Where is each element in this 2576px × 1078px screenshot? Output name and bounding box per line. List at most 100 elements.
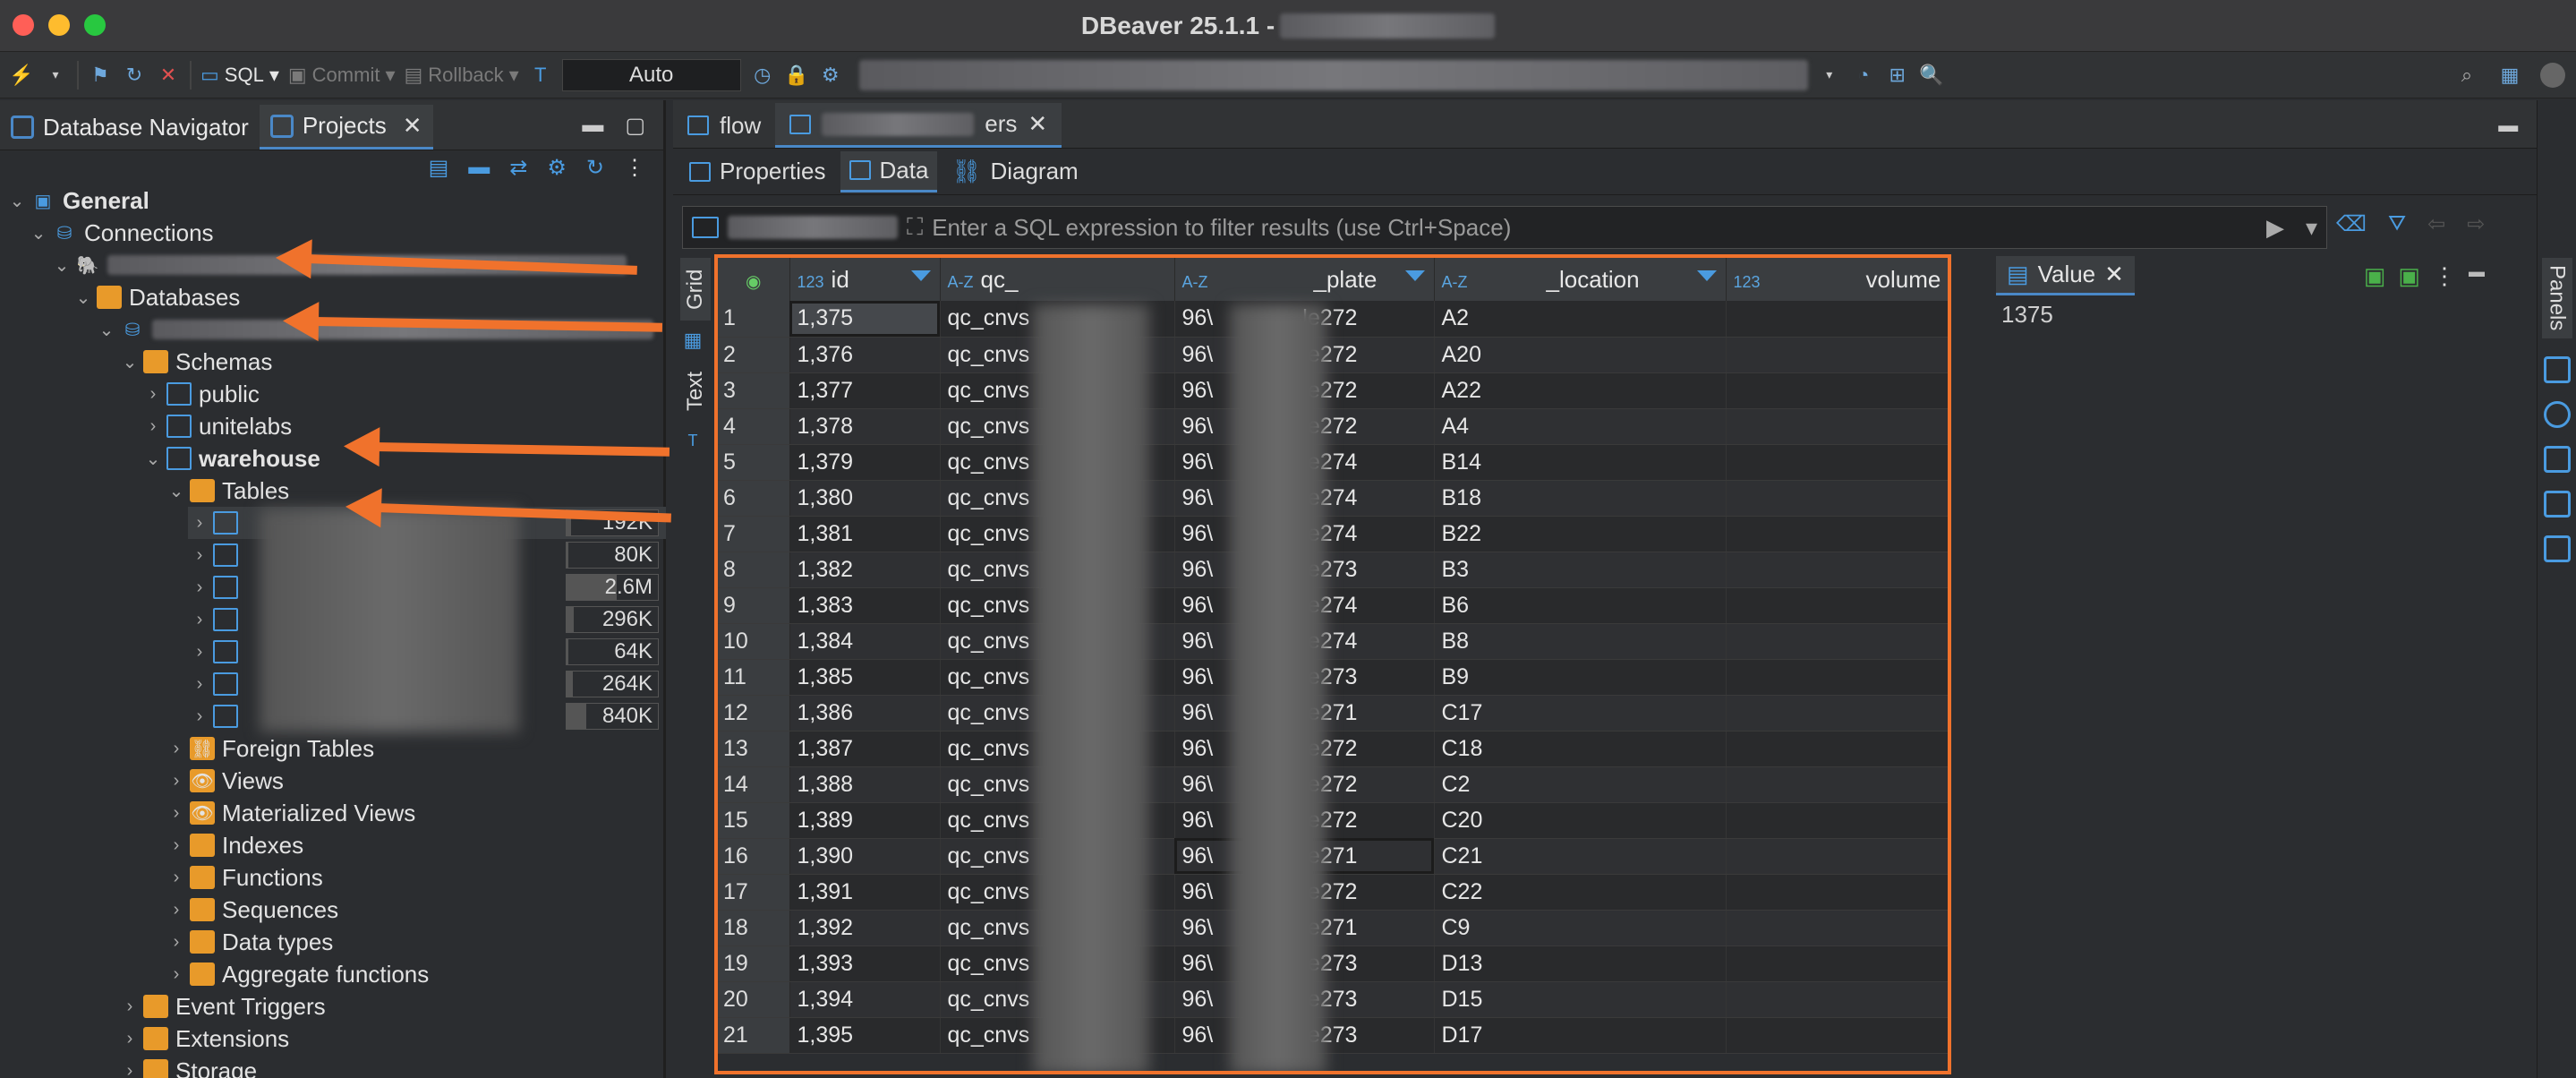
sql-editor-button[interactable]: ▭ SQL ▾ [200, 64, 279, 87]
maximize-icon[interactable]: ▢ [625, 113, 645, 139]
tree-folder[interactable]: › Event Triggers [118, 990, 326, 1022]
tree-folder[interactable]: › ⛓ Foreign Tables [165, 732, 374, 765]
table-cell[interactable] [1726, 301, 1948, 338]
collapse-icon[interactable]: ▬ [468, 155, 490, 180]
expand-icon[interactable]: › [118, 1029, 141, 1049]
grid-panel-icon[interactable] [2543, 535, 2571, 562]
dropdown-icon[interactable]: ▾ [1817, 63, 1842, 88]
more-icon[interactable]: ⋮ [624, 155, 645, 181]
connection-icon[interactable]: ⚙ [818, 63, 843, 88]
tree-folder[interactable]: › Functions [165, 861, 323, 894]
tab-grid[interactable]: Grid [680, 258, 711, 321]
table-cell[interactable]: 8 [1726, 408, 1948, 445]
tree-folder[interactable]: › 👁 Materialized Views [165, 797, 416, 829]
row-number-header[interactable]: ◉ [718, 258, 790, 301]
tree-folder[interactable]: › Data types [165, 926, 334, 958]
tree-general[interactable]: ⌄ ▣ General [5, 184, 149, 217]
table-cell[interactable] [1726, 1017, 1948, 1054]
save-icon[interactable]: ▣ [2364, 262, 2386, 290]
value-text[interactable]: 1375 [1996, 297, 2515, 332]
table-cell[interactable] [1726, 802, 1948, 839]
table-cell[interactable]: B18 [1434, 480, 1727, 517]
table-cell[interactable]: 1,377 [789, 372, 941, 409]
table-row[interactable]: 11 1,385 qc_cnvs 96\ le273 B9 [718, 659, 1948, 696]
table-cell[interactable]: 1,383 [789, 587, 941, 624]
table-row[interactable]: 12 1,386 qc_cnvs 96\ le271 C17 [718, 695, 1948, 732]
expand-icon[interactable]: › [165, 900, 188, 920]
tab-database-navigator[interactable]: Database Navigator [0, 105, 260, 150]
table-cell[interactable]: A22 [1434, 372, 1727, 409]
table-cell[interactable]: 1,395 [789, 1017, 941, 1054]
info-icon[interactable] [2543, 401, 2571, 428]
table-cell[interactable]: C18 [1434, 731, 1727, 767]
table-row[interactable]: 9 1,383 qc_cnvs 96\ le274 B6 [718, 587, 1948, 624]
table-cell[interactable]: B14 [1434, 444, 1727, 481]
expand-icon[interactable]: › [188, 578, 211, 598]
table-cell[interactable]: 2 [1726, 910, 1948, 946]
avatar[interactable] [2540, 62, 2565, 88]
dropdown-icon[interactable]: ▾ [43, 63, 68, 88]
table-cell[interactable] [1726, 838, 1948, 875]
table-cell[interactable]: B3 [1434, 552, 1727, 588]
transaction-mode-icon[interactable]: T [528, 63, 553, 88]
refresh-icon[interactable]: ↻ [586, 155, 604, 181]
table-cell[interactable]: 9 [1726, 444, 1948, 481]
sort-icon[interactable] [1696, 270, 1717, 281]
table-row[interactable]: 7 1,381 qc_cnvs 96\ le274 B22 [718, 516, 1948, 552]
connect-icon[interactable]: ⚑ [88, 63, 113, 88]
tab-value[interactable]: ▤ Value ✕ [1996, 256, 2135, 295]
table-cell[interactable]: C9 [1434, 910, 1727, 946]
transaction-mode-select[interactable]: Auto [561, 58, 741, 91]
expand-icon[interactable]: › [188, 706, 211, 727]
zoom-window-button[interactable] [84, 14, 106, 36]
minimize-icon[interactable]: ▬ [582, 113, 603, 139]
expand-icon[interactable]: ⌄ [27, 222, 50, 244]
image-icon[interactable] [2543, 446, 2571, 473]
table-row[interactable]: 16 1,390 qc_cnvs 96\ le271 C21 [718, 838, 1948, 875]
table-row[interactable]: 21 1,395 qc_cnvs 96\ le273 D17 [718, 1017, 1948, 1054]
sort-icon[interactable] [910, 270, 931, 281]
table-cell[interactable]: D15 [1434, 981, 1727, 1018]
tree-schemas[interactable]: ⌄ Schemas [118, 346, 273, 378]
column-header-volume[interactable]: 123 volume [1726, 258, 1948, 301]
tree-folder[interactable]: › Storage [118, 1055, 257, 1078]
tree-tables[interactable]: ⌄ Tables [165, 475, 290, 507]
table-cell[interactable]: C2 [1434, 766, 1727, 803]
expand-icon[interactable]: › [188, 610, 211, 630]
table-cell[interactable] [1726, 623, 1948, 660]
grid-icon[interactable]: ▦ [680, 328, 705, 353]
table-row[interactable]: 14 1,388 qc_cnvs 96\ le272 C2 [718, 766, 1948, 803]
table-cell[interactable]: A2 [1434, 301, 1727, 338]
invalidate-icon[interactable]: ↻ [122, 63, 147, 88]
table-cell[interactable]: C22 [1434, 874, 1727, 911]
expand-icon[interactable]: › [165, 835, 188, 856]
table-cell[interactable]: 1,381 [789, 516, 941, 552]
table-cell[interactable]: 1,393 [789, 945, 941, 982]
table-cell[interactable]: 1,378 [789, 408, 941, 445]
filter-history-icon[interactable]: ⛶ [907, 213, 923, 242]
expand-icon[interactable]: › [165, 964, 188, 985]
table-cell[interactable]: 1,387 [789, 731, 941, 767]
expand-icon[interactable]: › [118, 1061, 141, 1078]
tab-diagram[interactable]: ⛓ Diagram [943, 151, 1087, 192]
expand-icon[interactable]: ⌄ [72, 287, 95, 309]
table-cell[interactable]: 1,392 [789, 910, 941, 946]
active-connection-selector[interactable] [858, 59, 1808, 90]
table-row[interactable]: 6 1,380 qc_cnvs 96\ le274 B18 [718, 480, 1948, 517]
expand-icon[interactable]: › [165, 803, 188, 824]
tab-panels[interactable]: Panels [2541, 258, 2572, 338]
schema-icon[interactable]: ⊞ [1885, 63, 1910, 88]
table-cell[interactable] [1726, 659, 1948, 696]
new-connection-icon[interactable]: ⚡ [9, 63, 34, 88]
tree-databases[interactable]: ⌄ Databases [72, 281, 241, 313]
table-row[interactable]: 15 1,389 qc_cnvs 96\ le272 C20 [718, 802, 1948, 839]
table-cell[interactable]: 1,376 [789, 337, 941, 373]
table-cell[interactable]: 1,391 [789, 874, 941, 911]
table-cell[interactable]: 1,388 [789, 766, 941, 803]
expand-icon[interactable]: ⌄ [141, 448, 165, 470]
global-search-icon[interactable]: ⌕ [2454, 63, 2479, 88]
table-cell[interactable] [1726, 874, 1948, 911]
tree-folder[interactable]: › Extensions [118, 1022, 290, 1055]
forward-icon[interactable]: ⇨ [2467, 211, 2485, 237]
expand-icon[interactable]: › [188, 513, 211, 534]
